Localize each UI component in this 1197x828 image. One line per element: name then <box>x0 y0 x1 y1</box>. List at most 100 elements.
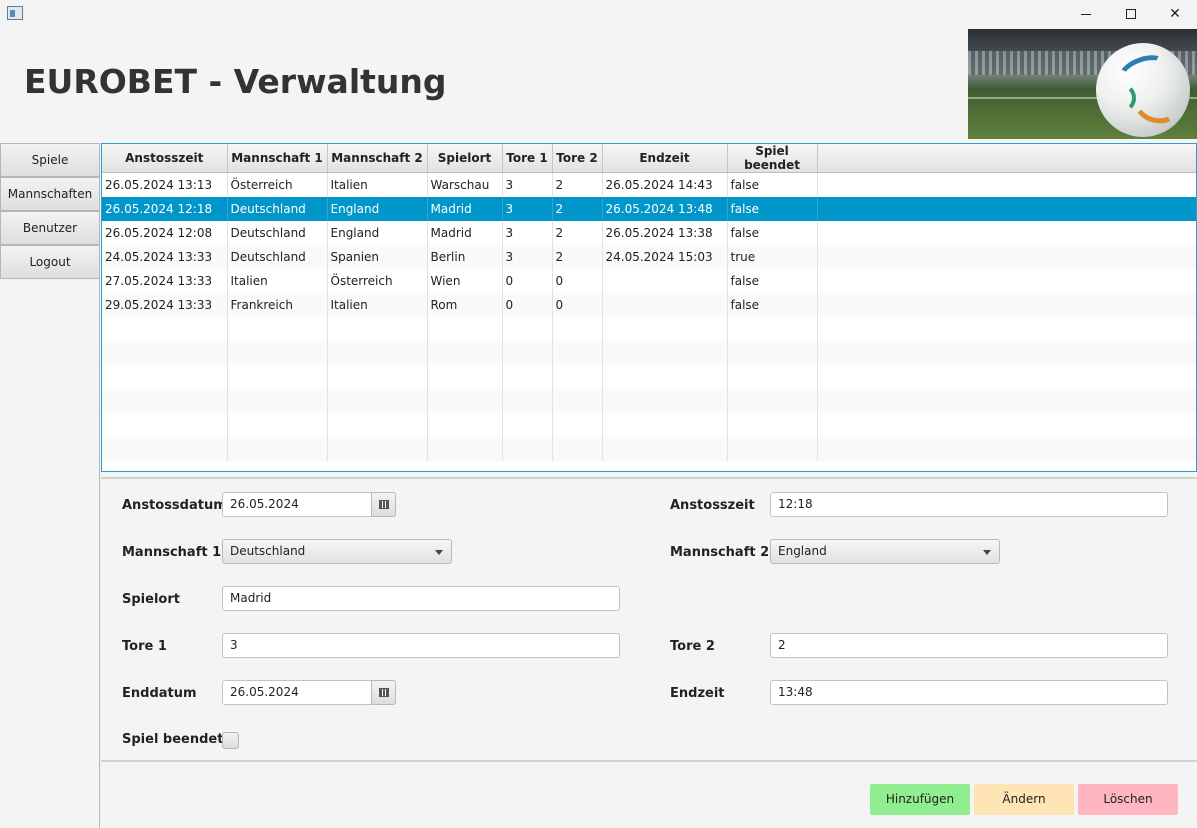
games-table[interactable]: Anstosszeit Mannschaft 1 Mannschaft 2 Sp… <box>101 143 1197 472</box>
spiel-beendet-checkbox[interactable] <box>222 732 239 749</box>
table-cell <box>327 364 428 389</box>
endzeit-field[interactable]: 13:48 <box>770 680 1168 705</box>
column-header-spiel-beendet[interactable]: Spiel beendet <box>727 144 818 173</box>
table-cell: false <box>727 220 818 245</box>
table-cell: Spanien <box>327 244 428 269</box>
delete-button[interactable]: Löschen <box>1078 784 1178 815</box>
table-header-row: Anstosszeit Mannschaft 1 Mannschaft 2 Sp… <box>102 144 1196 173</box>
table-cell: Madrid <box>427 220 503 245</box>
sidebar-item-benutzer[interactable]: Benutzer <box>0 211 100 245</box>
table-row[interactable]: 24.05.2024 13:33 Deutschland Spanien Berlin… <box>102 244 1196 269</box>
table-cell: 24.05.2024 13:33 <box>102 244 228 269</box>
table-cell: 3 <box>502 244 553 269</box>
table-cell <box>102 340 228 365</box>
table-cell: 3 <box>502 220 553 245</box>
table-row[interactable]: 26.05.2024 12:18 Deutschland England Madrid… <box>102 196 1196 221</box>
column-header-endzeit[interactable]: Endzeit <box>602 144 728 173</box>
enddatum-field[interactable]: 26.05.2024 <box>222 680 396 705</box>
column-header-mannschaft2[interactable]: Mannschaft 2 <box>327 144 428 173</box>
tore1-field[interactable]: 3 <box>222 633 620 658</box>
table-cell: 2 <box>552 220 603 245</box>
mannschaft2-select[interactable]: England <box>770 539 1000 564</box>
table-cell <box>327 388 428 413</box>
table-row[interactable]: 27.05.2024 13:33 Italien Österreich Wien 0 0 f… <box>102 268 1196 293</box>
tore2-field[interactable]: 2 <box>770 633 1168 658</box>
window-titlebar: ✕ <box>0 0 1197 28</box>
table-cell: 26.05.2024 13:13 <box>102 172 228 197</box>
edit-button[interactable]: Ändern <box>974 784 1074 815</box>
table-row[interactable]: 29.05.2024 13:33 Frankreich Italien Rom 0 0 fa… <box>102 292 1196 317</box>
calendar-icon <box>378 500 389 509</box>
column-header-mannschaft1[interactable]: Mannschaft 1 <box>227 144 328 173</box>
table-cell: 0 <box>502 268 553 293</box>
table-empty-row <box>102 388 1196 413</box>
table-cell: Deutschland <box>227 244 328 269</box>
mannschaft1-label: Mannschaft 1 <box>122 545 222 560</box>
table-cell: Italien <box>327 292 428 317</box>
table-cell: 24.05.2024 15:03 <box>602 244 728 269</box>
sidebar-item-mannschaften[interactable]: Mannschaften <box>0 177 100 211</box>
sidebar-item-logout[interactable]: Logout <box>0 245 100 279</box>
anstossdatum-calendar-button[interactable] <box>371 492 396 517</box>
table-cell <box>727 340 818 365</box>
table-cell <box>227 388 328 413</box>
table-cell <box>427 436 503 461</box>
tore1-label: Tore 1 <box>122 639 167 654</box>
tore2-label: Tore 2 <box>670 639 715 654</box>
table-cell <box>502 388 553 413</box>
maximize-button[interactable] <box>1109 0 1153 28</box>
minimize-icon <box>1081 13 1091 15</box>
table-cell <box>227 364 328 389</box>
table-empty-row <box>102 436 1196 461</box>
table-cell: 26.05.2024 12:08 <box>102 220 228 245</box>
column-header-tore1[interactable]: Tore 1 <box>502 144 553 173</box>
table-cell <box>817 220 1196 245</box>
table-row[interactable]: 26.05.2024 12:08 Deutschland England Madrid… <box>102 220 1196 245</box>
close-icon: ✕ <box>1169 6 1181 22</box>
table-cell <box>227 316 328 341</box>
table-cell: Wien <box>427 268 503 293</box>
table-cell: Deutschland <box>227 220 328 245</box>
table-cell <box>327 316 428 341</box>
table-cell <box>727 388 818 413</box>
anstossdatum-field[interactable]: 26.05.2024 <box>222 492 396 517</box>
table-cell <box>727 412 818 437</box>
table-cell: 2 <box>552 196 603 221</box>
column-header-anstosszeit[interactable]: Anstosszeit <box>102 144 228 173</box>
header-football-image <box>968 29 1197 139</box>
table-cell <box>602 268 728 293</box>
table-cell <box>817 292 1196 317</box>
sidebar-background <box>0 279 100 828</box>
anstossdatum-label: Anstossdatum <box>122 498 227 513</box>
table-cell <box>327 340 428 365</box>
table-cell: false <box>727 268 818 293</box>
table-cell <box>502 316 553 341</box>
enddatum-calendar-button[interactable] <box>371 680 396 705</box>
add-button[interactable]: Hinzufügen <box>870 784 970 815</box>
table-cell <box>502 364 553 389</box>
table-cell <box>102 388 228 413</box>
column-header-spielort[interactable]: Spielort <box>427 144 503 173</box>
mannschaft1-select[interactable]: Deutschland <box>222 539 452 564</box>
table-cell: 0 <box>552 292 603 317</box>
close-button[interactable]: ✕ <box>1153 0 1197 28</box>
column-header-tore2[interactable]: Tore 2 <box>552 144 603 173</box>
mannschaft2-label: Mannschaft 2 <box>670 545 770 560</box>
table-cell: 3 <box>502 172 553 197</box>
sidebar-item-spiele[interactable]: Spiele <box>0 143 100 177</box>
spielort-field[interactable]: Madrid <box>222 586 620 611</box>
table-cell <box>427 340 503 365</box>
table-cell <box>502 436 553 461</box>
table-cell <box>817 364 1196 389</box>
table-cell <box>552 316 603 341</box>
minimize-button[interactable] <box>1064 0 1108 28</box>
table-cell: false <box>727 172 818 197</box>
table-cell <box>427 388 503 413</box>
table-cell: Österreich <box>227 172 328 197</box>
table-cell: England <box>327 220 428 245</box>
table-row[interactable]: 26.05.2024 13:13 Österreich Italien Warscha… <box>102 172 1196 197</box>
table-cell: 26.05.2024 13:38 <box>602 220 728 245</box>
table-cell <box>602 436 728 461</box>
anstosszeit-field[interactable]: 12:18 <box>770 492 1168 517</box>
calendar-icon <box>378 688 389 697</box>
